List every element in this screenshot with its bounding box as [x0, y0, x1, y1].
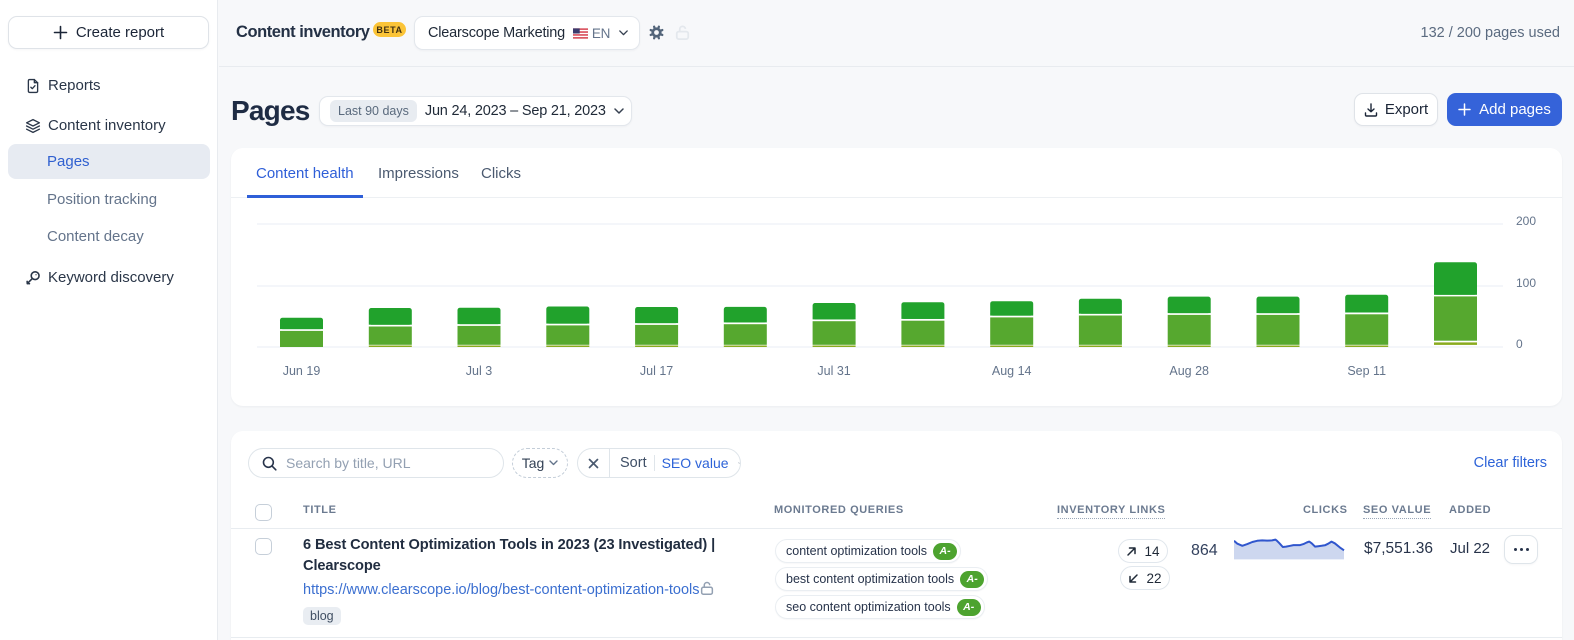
svg-text:Jul 17: Jul 17 — [640, 364, 673, 378]
svg-text:200: 200 — [1516, 214, 1536, 228]
svg-text:100: 100 — [1516, 276, 1536, 290]
svg-text:Jun 19: Jun 19 — [283, 364, 321, 378]
svg-text:Jul 3: Jul 3 — [466, 364, 492, 378]
svg-text:Aug 28: Aug 28 — [1169, 364, 1209, 378]
svg-text:Sep 11: Sep 11 — [1347, 364, 1386, 378]
svg-text:Jul 31: Jul 31 — [817, 364, 850, 378]
svg-text:0: 0 — [1516, 337, 1523, 351]
svg-text:Aug 14: Aug 14 — [992, 364, 1032, 378]
